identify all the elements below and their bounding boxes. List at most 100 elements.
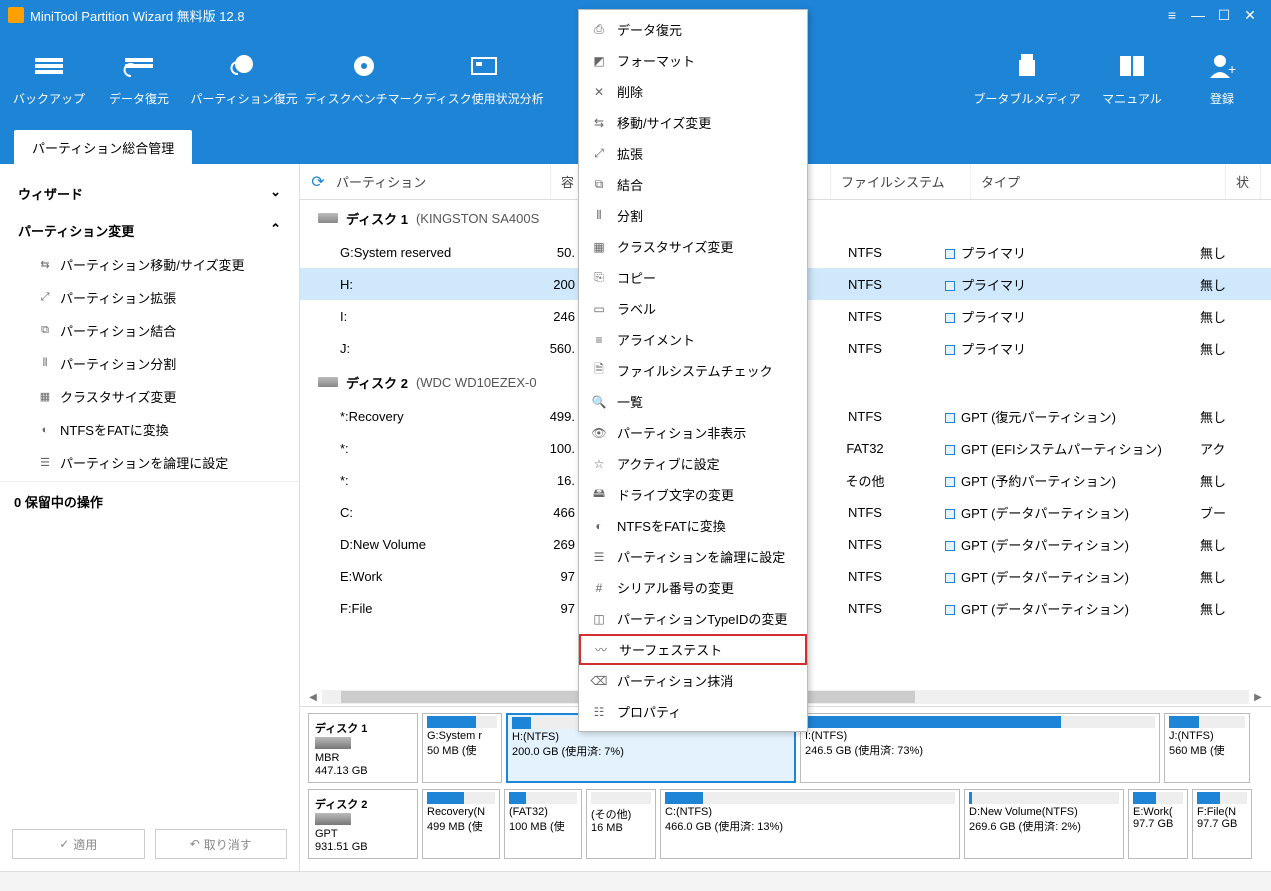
th-partition[interactable]: パーティション — [336, 164, 551, 199]
context-menu-item[interactable]: 🗎 ファイルシステムチェック — [579, 355, 807, 386]
menu-item-label: フォーマット — [617, 51, 695, 70]
diskmap-partition[interactable]: J:(NTFS)560 MB (使 — [1164, 713, 1250, 783]
diskmap-partition[interactable]: (その他)16 MB — [586, 789, 656, 859]
menu-item-icon: ◫ — [591, 611, 607, 627]
context-menu-item[interactable]: ▭ ラベル — [579, 293, 807, 324]
refresh-button[interactable]: ⟳ — [300, 172, 336, 192]
context-menu-item[interactable]: 🔍 一覧 — [579, 386, 807, 417]
sidebar-item-move-resize[interactable]: ⇆パーティション移動/サイズ変更 — [8, 248, 291, 281]
menu-item-icon: 🖴 — [591, 487, 607, 503]
diskmap-partition[interactable]: C:(NTFS)466.0 GB (使用済: 13%) — [660, 789, 960, 859]
backup-icon — [33, 50, 65, 82]
diskmap-disk-label[interactable]: ディスク 2GPT931.51 GB — [308, 789, 418, 859]
sidebar-section-change[interactable]: パーティション変更⌃ — [8, 211, 291, 248]
maximize-button[interactable]: ☐ — [1211, 2, 1237, 28]
sidebar-item-logical[interactable]: ☰パーティションを論理に設定 — [8, 446, 291, 479]
undo-button[interactable]: ↶取り消す — [155, 829, 288, 859]
partition-recovery-button[interactable]: パーティション復元 — [184, 33, 304, 123]
context-menu-item[interactable]: ◐ NTFSをFATに変換 — [579, 510, 807, 541]
diskmap-row: ディスク 2GPT931.51 GB Recovery(N499 MB (使 (… — [308, 789, 1263, 859]
context-menu-item[interactable]: ◫ パーティションTypeIDの変更 — [579, 603, 807, 634]
context-menu-item[interactable]: ⎘ コピー — [579, 262, 807, 293]
context-menu-item[interactable]: ⤢ 拡張 — [579, 138, 807, 169]
minimize-button[interactable]: — — [1185, 2, 1211, 28]
menu-item-label: 分割 — [617, 206, 643, 225]
th-filesystem[interactable]: ファイルシステム — [831, 164, 971, 199]
scroll-left-icon[interactable]: ◀ — [306, 690, 320, 704]
manual-button[interactable]: マニュアル — [1087, 33, 1177, 123]
backup-button[interactable]: バックアップ — [4, 33, 94, 123]
benchmark-icon — [348, 50, 380, 82]
usb-icon — [1011, 50, 1043, 82]
menu-item-label: クラスタサイズ変更 — [617, 237, 733, 256]
menu-item-icon: 🗎 — [591, 363, 607, 379]
disk-icon — [315, 737, 351, 749]
context-menu-item[interactable]: ☷ プロパティ — [579, 696, 807, 727]
user-add-icon: + — [1206, 50, 1238, 82]
context-menu-item[interactable]: ⌫ パーティション抹消 — [579, 665, 807, 696]
diskmap-partition[interactable]: G:System r50 MB (使 — [422, 713, 502, 783]
sidebar-item-extend[interactable]: ⤢パーティション拡張 — [8, 281, 291, 314]
bootable-media-button[interactable]: ブータブルメディア — [967, 33, 1087, 123]
menu-item-label: NTFSをFATに変換 — [617, 516, 726, 535]
tab-partition-management[interactable]: パーティション総合管理 — [14, 130, 192, 164]
menu-item-label: ドライブ文字の変更 — [617, 485, 734, 504]
th-type[interactable]: タイプ — [971, 164, 1226, 199]
menu-item-label: サーフェステスト — [619, 640, 722, 659]
disk-icon — [315, 813, 351, 825]
apply-button[interactable]: ✓適用 — [12, 829, 145, 859]
context-menu-item[interactable]: ◩ フォーマット — [579, 45, 807, 76]
diskmap-partition[interactable]: Recovery(N499 MB (使 — [422, 789, 500, 859]
context-menu-item[interactable]: ⎙ データ復元 — [579, 14, 807, 45]
scroll-right-icon[interactable]: ▶ — [1251, 690, 1265, 704]
disk-usage-button[interactable]: ディスク使用状況分析 — [424, 33, 544, 123]
diskmap-partition[interactable]: D:New Volume(NTFS)269.6 GB (使用済: 2%) — [964, 789, 1124, 859]
menu-item-label: 一覧 — [617, 392, 643, 411]
menu-icon[interactable]: ≡ — [1159, 2, 1185, 28]
check-icon: ✓ — [59, 837, 69, 851]
context-menu-item[interactable]: ▦ クラスタサイズ変更 — [579, 231, 807, 262]
diskmap-partition[interactable]: E:Work(97.7 GB — [1128, 789, 1188, 859]
logical-icon: ☰ — [38, 456, 52, 470]
context-menu-item[interactable]: 👁 パーティション非表示 — [579, 417, 807, 448]
convert-icon: ◐ — [38, 423, 52, 437]
th-status[interactable]: 状 — [1226, 164, 1261, 199]
sidebar-item-merge[interactable]: ⧉パーティション結合 — [8, 314, 291, 347]
context-menu-item[interactable]: ☰ パーティションを論理に設定 — [579, 541, 807, 572]
undo-icon: ↶ — [190, 837, 200, 851]
context-menu-item[interactable]: ⇆ 移動/サイズ変更 — [579, 107, 807, 138]
menu-item-icon: 〰 — [593, 642, 609, 658]
menu-item-icon: 🔍 — [591, 394, 607, 410]
menu-item-icon: ⧉ — [591, 177, 607, 193]
register-button[interactable]: + 登録 — [1177, 33, 1267, 123]
sidebar-item-split[interactable]: ⫴パーティション分割 — [8, 347, 291, 380]
sidebar-item-ntfs-fat[interactable]: ◐NTFSをFATに変換 — [8, 413, 291, 446]
diskmap-partition[interactable]: I:(NTFS)246.5 GB (使用済: 73%) — [800, 713, 1160, 783]
extend-icon: ⤢ — [38, 291, 52, 305]
close-button[interactable]: ✕ — [1237, 2, 1263, 28]
context-menu-item[interactable]: # シリアル番号の変更 — [579, 572, 807, 603]
context-menu-item[interactable]: ✕ 削除 — [579, 76, 807, 107]
sidebar-item-cluster[interactable]: ▦クラスタサイズ変更 — [8, 380, 291, 413]
disk-benchmark-button[interactable]: ディスクベンチマーク — [304, 33, 424, 123]
disk-icon — [318, 377, 338, 387]
context-menu-item[interactable]: ⫴ 分割 — [579, 200, 807, 231]
data-recovery-button[interactable]: データ復元 — [94, 33, 184, 123]
usage-icon — [468, 50, 500, 82]
cluster-icon: ▦ — [38, 390, 52, 404]
menu-item-icon: ◩ — [591, 53, 607, 69]
sidebar-section-wizard[interactable]: ウィザード⌄ — [8, 174, 291, 211]
context-menu-item[interactable]: ≡ アライメント — [579, 324, 807, 355]
diskmap-partition[interactable]: F:File(N97.7 GB — [1192, 789, 1252, 859]
diskmap-partition[interactable]: (FAT32)100 MB (使 — [504, 789, 582, 859]
menu-item-label: 結合 — [617, 175, 643, 194]
menu-item-label: 削除 — [617, 82, 643, 101]
context-menu-item[interactable]: 〰 サーフェステスト — [579, 634, 807, 665]
diskmap-disk-label[interactable]: ディスク 1MBR447.13 GB — [308, 713, 418, 783]
context-menu-item[interactable]: ☆ アクティブに設定 — [579, 448, 807, 479]
context-menu-item[interactable]: ⧉ 結合 — [579, 169, 807, 200]
menu-item-label: パーティション非表示 — [617, 423, 746, 442]
context-menu-item[interactable]: 🖴 ドライブ文字の変更 — [579, 479, 807, 510]
disk-icon — [318, 213, 338, 223]
menu-item-label: アライメント — [617, 330, 695, 349]
